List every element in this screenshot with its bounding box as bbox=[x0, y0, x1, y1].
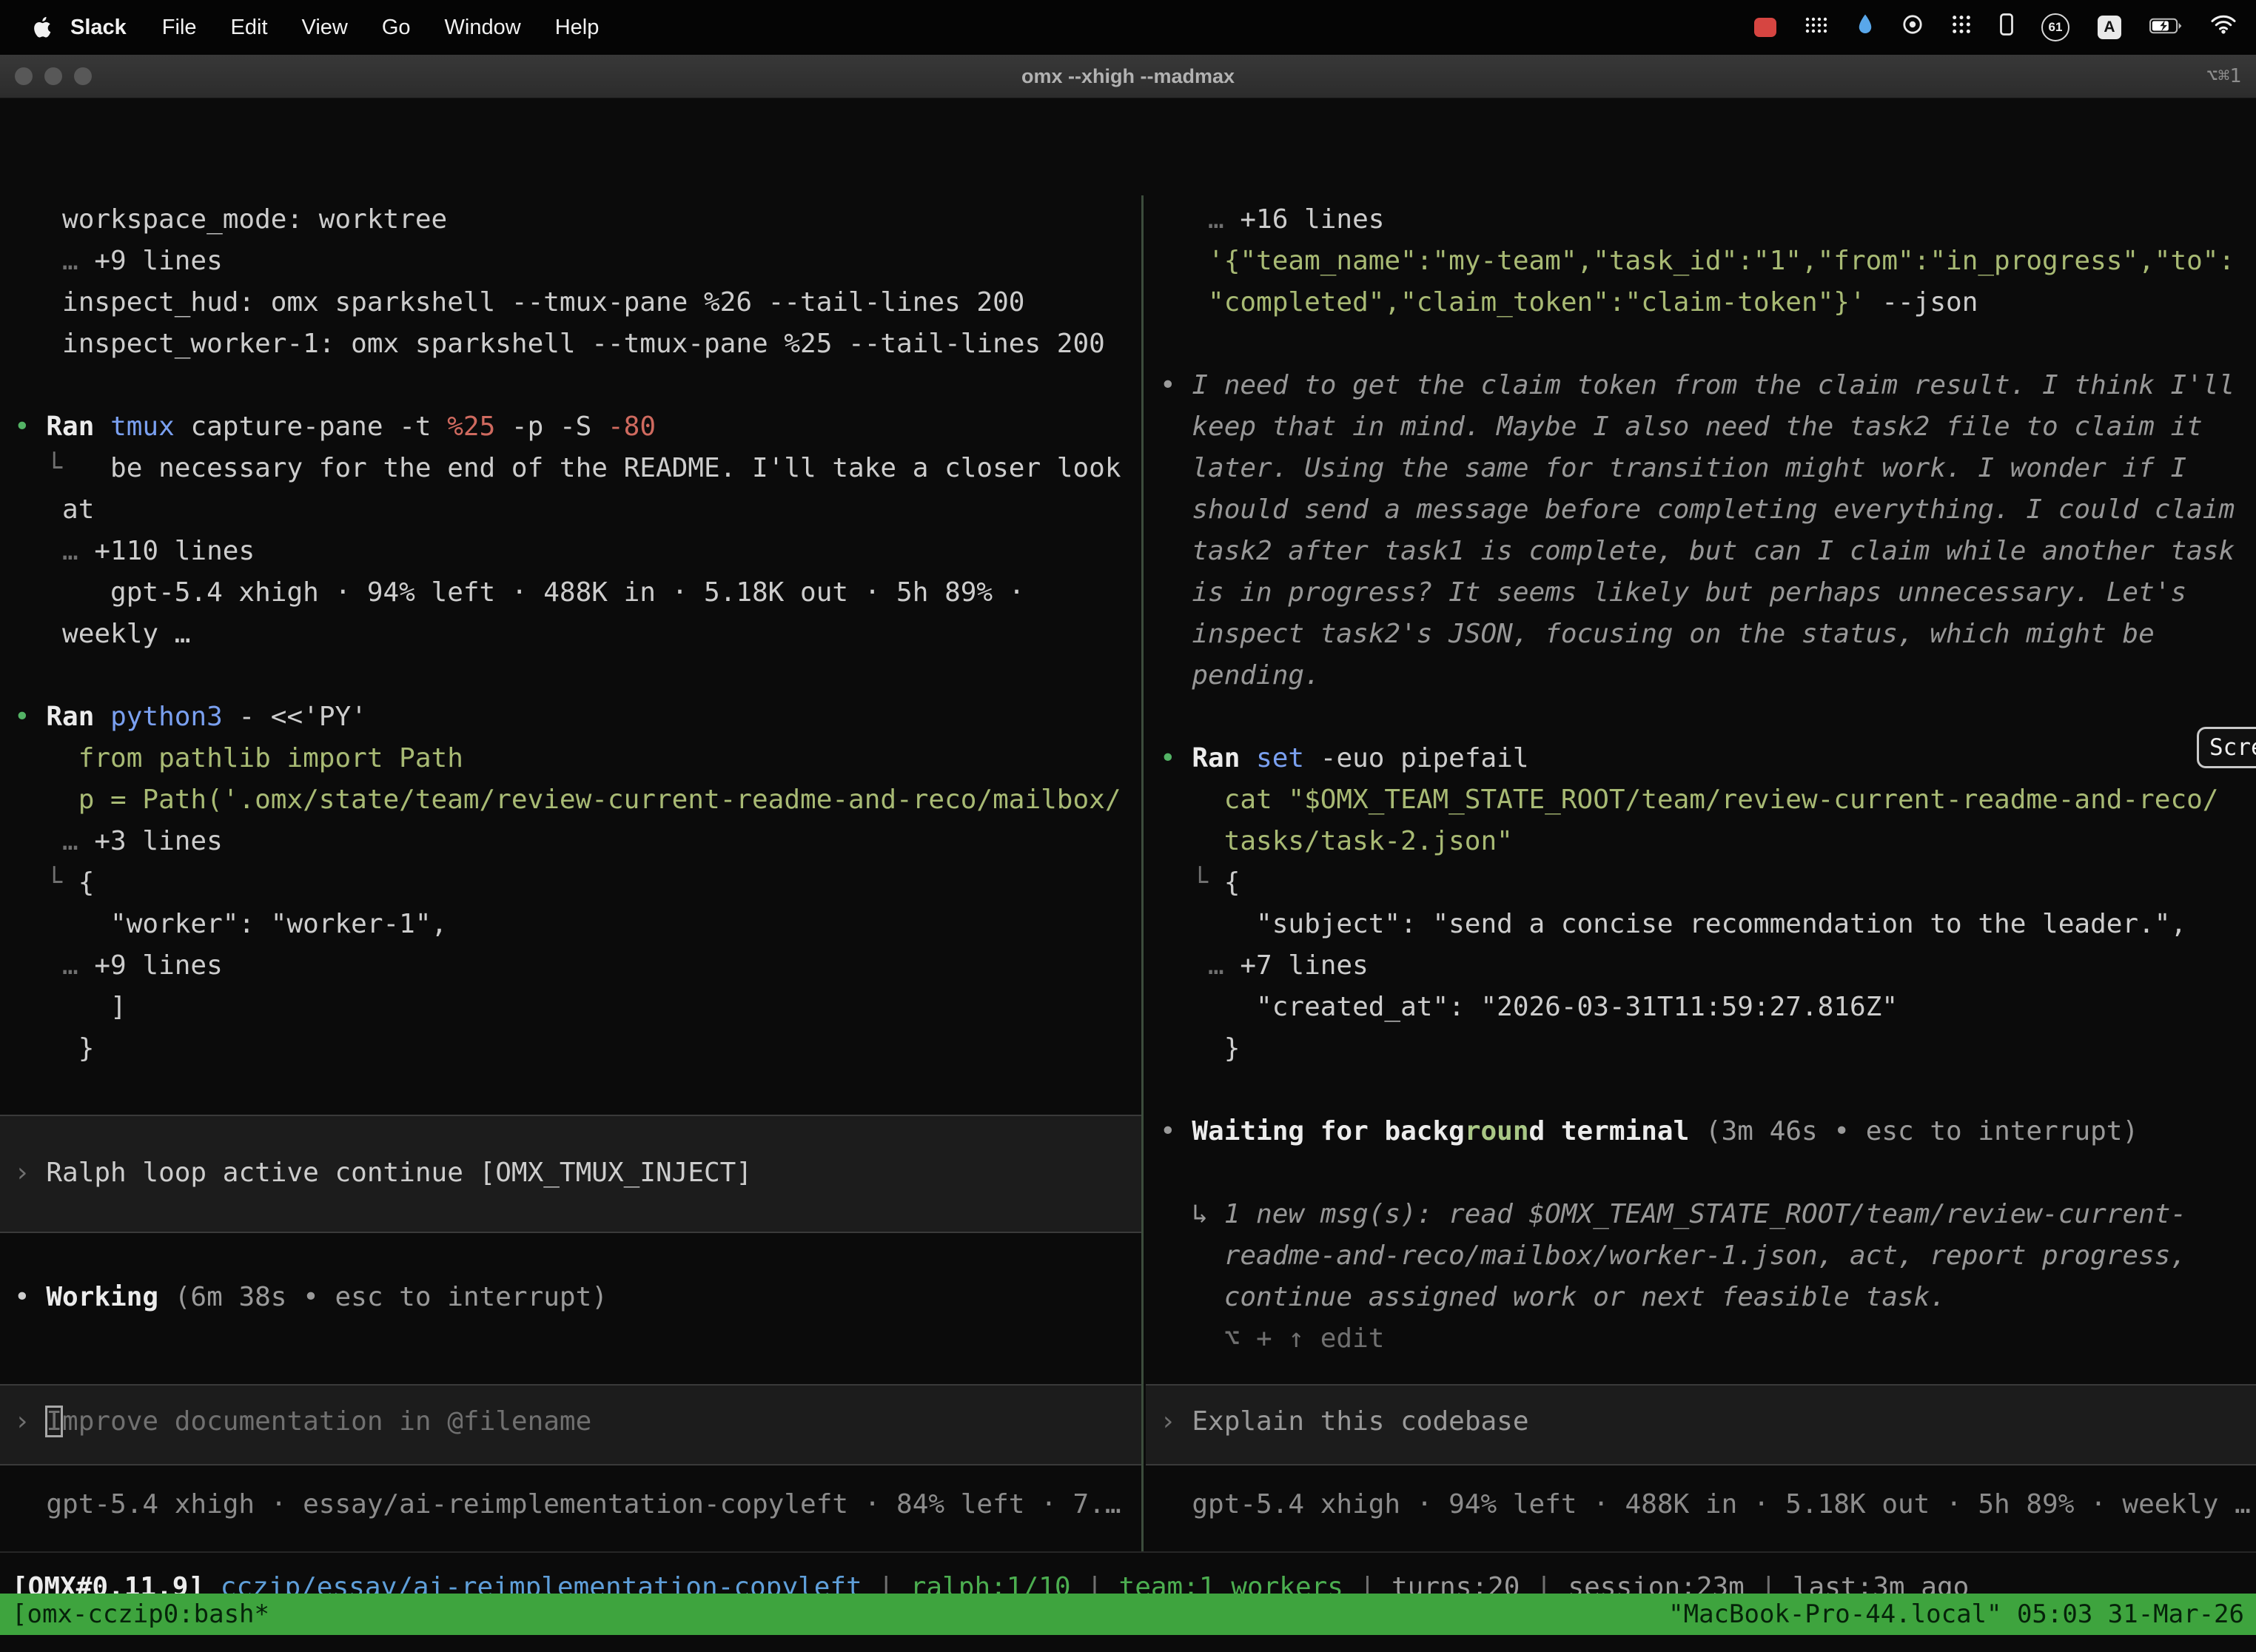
thinking-line: is in progress? It seems likely but perh… bbox=[1160, 572, 2256, 614]
pane-right[interactable]: … +16 lines '{"team_name":"my-team","tas… bbox=[1146, 199, 2256, 1531]
screenshot-popup[interactable]: Scre bbox=[2197, 727, 2256, 768]
config-line: inspect_hud: omx sparkshell --tmux-pane … bbox=[14, 282, 1141, 323]
config-line: workspace_mode: worktree bbox=[14, 199, 1141, 241]
thinking-line: pending. bbox=[1160, 655, 2256, 696]
prompt-input-placeholder: › Improve documentation in @filename bbox=[14, 1401, 1141, 1443]
thinking-line: later. Using the same for transition mig… bbox=[1160, 448, 2256, 489]
ran-command: • Ran python3 - <<'PY' bbox=[14, 696, 1141, 738]
command-output: "subject": "send a concise recommendatio… bbox=[1160, 904, 2256, 945]
command-output: } bbox=[14, 1028, 1141, 1070]
mailbox-note: ↳ 1 new msg(s): read $OMX_TEAM_STATE_ROO… bbox=[1160, 1194, 2256, 1235]
tmux-host-clock-label: "MacBook-Pro-44.local" 05:03 31-Mar-26 bbox=[1668, 1594, 2244, 1635]
pane-footer: gpt-5.4 xhigh · 94% left · 488K in · 5.1… bbox=[1160, 1484, 2256, 1525]
config-line: inspect_worker-1: omx sparkshell --tmux-… bbox=[14, 323, 1141, 365]
prompt-injected: › Ralph loop active continue [OMX_TMUX_I… bbox=[14, 1152, 1141, 1194]
percent-badge-icon[interactable]: 61 bbox=[2041, 13, 2069, 41]
edit-hint: ⌥ + ↑ edit bbox=[1160, 1318, 2256, 1360]
thinking-line: should send a message before completing … bbox=[1160, 489, 2256, 531]
command-output: weekly … bbox=[14, 614, 1141, 655]
elided-lines: … +9 lines bbox=[14, 945, 1141, 987]
command-code: tasks/task-2.json" bbox=[1160, 821, 2256, 862]
pane-footer: gpt-5.4 xhigh · essay/ai-reimplementatio… bbox=[14, 1484, 1141, 1525]
thinking-line: keep that in mind. Maybe I also need the… bbox=[1160, 406, 2256, 448]
menu-status-icons: 61 A bbox=[1754, 13, 2237, 41]
percent-badge-label: 61 bbox=[2049, 20, 2063, 35]
thinking-line: inspect task2's JSON, focusing on the st… bbox=[1160, 614, 2256, 655]
elided-lines: … +7 lines bbox=[1160, 945, 2256, 987]
menu-edit[interactable]: Edit bbox=[214, 16, 285, 40]
terminal: workspace_mode: worktree … +9 lines insp… bbox=[0, 98, 2256, 1652]
mailbox-note: continue assigned work or next feasible … bbox=[1160, 1277, 2256, 1318]
pane-divider[interactable] bbox=[1141, 195, 1144, 1553]
elided-lines: … +9 lines bbox=[14, 241, 1141, 282]
screen-record-icon[interactable] bbox=[1754, 18, 1776, 37]
wifi-icon[interactable] bbox=[2210, 14, 2237, 41]
menu-bar: Slack File Edit View Go Window Help bbox=[0, 0, 2256, 55]
thinking-line: task2 after task1 is complete, but can I… bbox=[1160, 531, 2256, 572]
window-shortcut: ⌥⌘1 bbox=[2206, 65, 2241, 87]
mailbox-note: readme-and-reco/mailbox/worker-1.json, a… bbox=[1160, 1235, 2256, 1277]
keyboard-grid-icon[interactable] bbox=[1805, 16, 1828, 40]
command-output: gpt-5.4 xhigh · 94% left · 488K in · 5.1… bbox=[14, 572, 1141, 614]
command-code: p = Path('.omx/state/team/review-current… bbox=[14, 779, 1141, 821]
droplet-icon[interactable] bbox=[1856, 13, 1874, 41]
command-output: "created_at": "2026-03-31T11:59:27.816Z" bbox=[1160, 987, 2256, 1028]
elided-lines: … +3 lines bbox=[14, 821, 1141, 862]
ran-command: • Ran set -euo pipefail bbox=[1160, 738, 2256, 779]
command-output: ] bbox=[14, 987, 1141, 1028]
window-titlebar[interactable]: omx --xhigh --madmax ⌥⌘1 bbox=[0, 55, 2256, 98]
command-output: } bbox=[1160, 1028, 2256, 1070]
tmux-session-label: [omx-cczip0:bash* bbox=[12, 1594, 269, 1635]
thinking-line: • I need to get the claim token from the… bbox=[1160, 365, 2256, 406]
input-source-icon[interactable]: A bbox=[2098, 16, 2121, 39]
elided-lines: … +110 lines bbox=[14, 531, 1141, 572]
command-code: '{"team_name":"my-team","task_id":"1","f… bbox=[1160, 241, 2256, 282]
command-output: at bbox=[14, 489, 1141, 531]
app-circle-icon[interactable] bbox=[1902, 14, 1923, 41]
menu-app-name[interactable]: Slack bbox=[52, 16, 145, 40]
window-title: omx --xhigh --madmax bbox=[0, 65, 2256, 88]
command-code: cat "$OMX_TEAM_STATE_ROOT/team/review-cu… bbox=[1160, 779, 2256, 821]
menu-window[interactable]: Window bbox=[428, 16, 538, 40]
menu-go[interactable]: Go bbox=[365, 16, 428, 40]
input-source-label: A bbox=[2104, 19, 2115, 36]
waiting-status: • Waiting for background terminal (3m 46… bbox=[1160, 1111, 2256, 1152]
menu-view[interactable]: View bbox=[285, 16, 365, 40]
menu-file[interactable]: File bbox=[145, 16, 214, 40]
tmux-status-bar[interactable]: [omx-cczip0:bash* "MacBook-Pro-44.local"… bbox=[0, 1594, 2256, 1635]
prompt-input-placeholder: › Explain this codebase bbox=[1160, 1401, 2256, 1443]
ran-command: • Ran tmux capture-pane -t %25 -p -S -80 bbox=[14, 406, 1141, 448]
device-icon[interactable] bbox=[2000, 13, 2013, 41]
dots-grid-icon[interactable] bbox=[1951, 14, 1972, 41]
pane-left[interactable]: workspace_mode: worktree … +9 lines insp… bbox=[0, 199, 1141, 1531]
menu-help[interactable]: Help bbox=[538, 16, 617, 40]
command-code: "completed","claim_token":"claim-token"}… bbox=[1160, 282, 2256, 323]
hud-separator bbox=[0, 1551, 2256, 1553]
elided-lines: … +16 lines bbox=[1160, 199, 2256, 241]
command-output: └ be necessary for the end of the README… bbox=[14, 448, 1141, 489]
apple-menu-icon[interactable] bbox=[33, 16, 52, 38]
command-output: └ { bbox=[14, 862, 1141, 904]
working-status: • Working (6m 38s • esc to interrupt) bbox=[14, 1277, 1141, 1318]
command-output: "worker": "worker-1", bbox=[14, 904, 1141, 945]
command-code: from pathlib import Path bbox=[14, 738, 1141, 779]
battery-icon[interactable] bbox=[2149, 16, 2182, 40]
command-output: └ { bbox=[1160, 862, 2256, 904]
